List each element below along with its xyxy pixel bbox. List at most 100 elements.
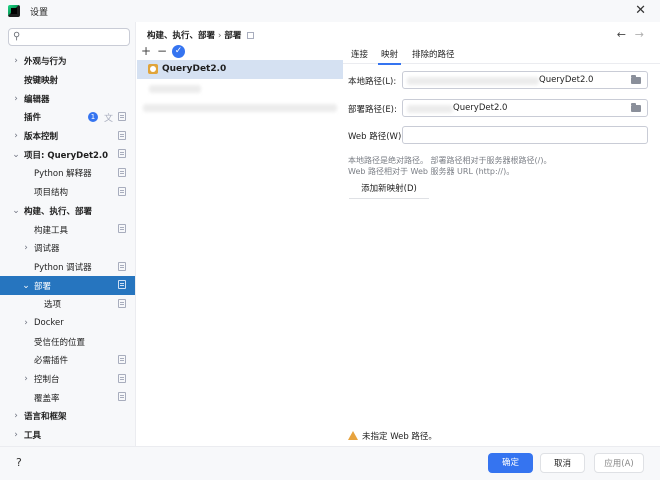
blurred-text [143,104,337,112]
chevron-icon[interactable]: › [12,131,20,141]
warning-icon [348,431,358,440]
language-icon: 文 [104,114,114,125]
title-bar: 设置 ✕ [0,0,660,22]
config-icon [118,149,126,159]
settings-tree: › 外观与行为 按键映射 › 编辑器 插件 1 文 › 版本控制 ⌄ 项目: QueryDet2.0 P… [0,52,135,444]
chevron-icon[interactable]: › [22,318,30,328]
search-icon: ⚲ [13,31,21,42]
sidebar-item[interactable]: 项目结构 [0,183,135,202]
sidebar-item[interactable]: › 外观与行为 [0,52,135,71]
tab-connection[interactable]: 连接 [351,48,368,60]
folder-icon[interactable] [631,103,641,112]
sidebar-item[interactable]: › 版本控制 [0,127,135,146]
add-mapping-button[interactable]: 添加新映射(D) [349,180,429,199]
settings-sidebar: ⚲ › 外观与行为按键映射 › 编辑器 插件 1 文 › 版本控制 ⌄ 项目: QueryDet2.… [0,22,136,446]
add-icon[interactable]: + [141,44,151,58]
deploy-path-value: QueryDet2.0 [453,103,508,113]
config-icon [118,130,126,140]
blurred-text [149,85,201,93]
apply-button[interactable]: 应用(A) [594,453,644,473]
remove-icon[interactable]: − [157,44,167,58]
sidebar-item-label: 外观与行为 [24,57,67,68]
sidebar-item[interactable]: 按键映射 [0,71,135,90]
window-title: 设置 [30,7,49,18]
server-panel: 构建、执行、部署 › 部署 + − ✓ QueryDet2.0 [137,22,343,446]
sidebar-item-label: 工具 [24,431,42,442]
config-icon [118,168,126,178]
config-icon [118,261,126,271]
config-icon [118,373,126,383]
server-item[interactable]: QueryDet2.0 [137,60,343,79]
sidebar-item[interactable]: 构建工具 [0,220,135,239]
chevron-icon[interactable]: › [12,411,20,421]
blurred-text [407,105,453,113]
chevron-icon[interactable]: › [12,94,20,104]
breadcrumb-part: 部署 [224,31,242,41]
sidebar-item[interactable]: ⌄ 部署 [0,276,135,295]
check-icon[interactable]: ✓ [172,45,185,58]
server-list: QueryDet2.0 [137,60,343,117]
hint-text: 本地路径是绝对路径。 部署路径相对于服务器根路径(/)。 [348,156,552,165]
tab-mapping[interactable]: 映射 [377,48,402,65]
ok-button[interactable]: 确定 [488,453,533,473]
server-icon [148,64,158,74]
cancel-button[interactable]: 取消 [540,453,585,473]
close-icon[interactable]: ✕ [635,3,646,18]
sidebar-item[interactable]: 插件 1 文 [0,108,135,127]
sidebar-item-label: 必需插件 [34,356,69,367]
sidebar-item[interactable]: 受信任的位置 [0,332,135,351]
server-toolbar: + − ✓ [137,44,343,60]
folder-icon[interactable] [631,75,641,84]
chevron-icon[interactable]: › [22,243,30,253]
sidebar-item[interactable]: › 控制台 [0,370,135,389]
sidebar-item[interactable]: › 编辑器 [0,89,135,108]
sidebar-item-label: Docker [34,317,64,328]
chevron-icon[interactable]: ⌄ [22,281,30,291]
mapping-panel: ← → 连接 映射 排除的路径 本地路径(L): QueryDet2.0 部署路… [343,22,660,446]
config-icon [118,186,126,196]
sidebar-item-label: 调试器 [34,244,60,255]
sidebar-item[interactable]: › 语言和框架 [0,407,135,426]
app-icon [8,5,20,17]
config-icon [118,280,126,290]
sidebar-item[interactable]: 必需插件 [0,351,135,370]
warning-message: 未指定 Web 路径。 [348,430,437,442]
deploy-path-label: 部署路径(E): [348,105,397,115]
sidebar-item[interactable]: 覆盖率 [0,388,135,407]
notification-badge: 1 [88,112,98,123]
server-name: QueryDet2.0 [162,64,227,74]
sidebar-item-label: 项目结构 [34,188,69,199]
sidebar-item-label: 按键映射 [24,76,59,87]
sidebar-item[interactable]: › Docker [0,314,135,333]
sidebar-item[interactable]: ⌄ 构建、执行、部署 [0,202,135,221]
sidebar-item[interactable]: ⌄ 项目: QueryDet2.0 [0,145,135,164]
sidebar-item-label: 语言和框架 [24,412,67,423]
search-input[interactable]: ⚲ [8,28,130,46]
deploy-path-field[interactable]: QueryDet2.0 [402,99,648,117]
sidebar-item[interactable]: Python 解释器 [0,164,135,183]
sidebar-item[interactable]: 选项 [0,295,135,314]
forward-arrow-icon[interactable]: → [635,28,644,41]
chevron-icon[interactable]: › [12,56,20,66]
chevron-icon[interactable]: ⌄ [12,206,20,216]
sidebar-item[interactable]: › 调试器 [0,239,135,258]
blurred-row [137,98,343,117]
blurred-row [137,79,343,98]
config-icon [118,298,126,308]
blurred-text [407,77,539,85]
help-icon[interactable]: ? [16,456,22,469]
sidebar-item-label: 覆盖率 [34,393,60,404]
chevron-icon[interactable]: › [22,374,30,384]
web-path-field[interactable] [402,126,648,144]
local-path-field[interactable]: QueryDet2.0 [402,71,648,89]
sidebar-item-label: 控制台 [34,375,60,386]
chevron-icon[interactable]: ⌄ [12,150,20,160]
local-path-label: 本地路径(L): [348,77,397,87]
back-arrow-icon[interactable]: ← [617,28,626,41]
sidebar-item[interactable]: › 工具 [0,426,135,445]
chevron-icon[interactable]: › [12,430,20,440]
sidebar-item[interactable]: Python 调试器 [0,258,135,277]
config-icon [118,392,126,402]
tab-excluded-paths[interactable]: 排除的路径 [412,48,455,60]
breadcrumb-part[interactable]: 构建、执行、部署 [147,31,215,41]
